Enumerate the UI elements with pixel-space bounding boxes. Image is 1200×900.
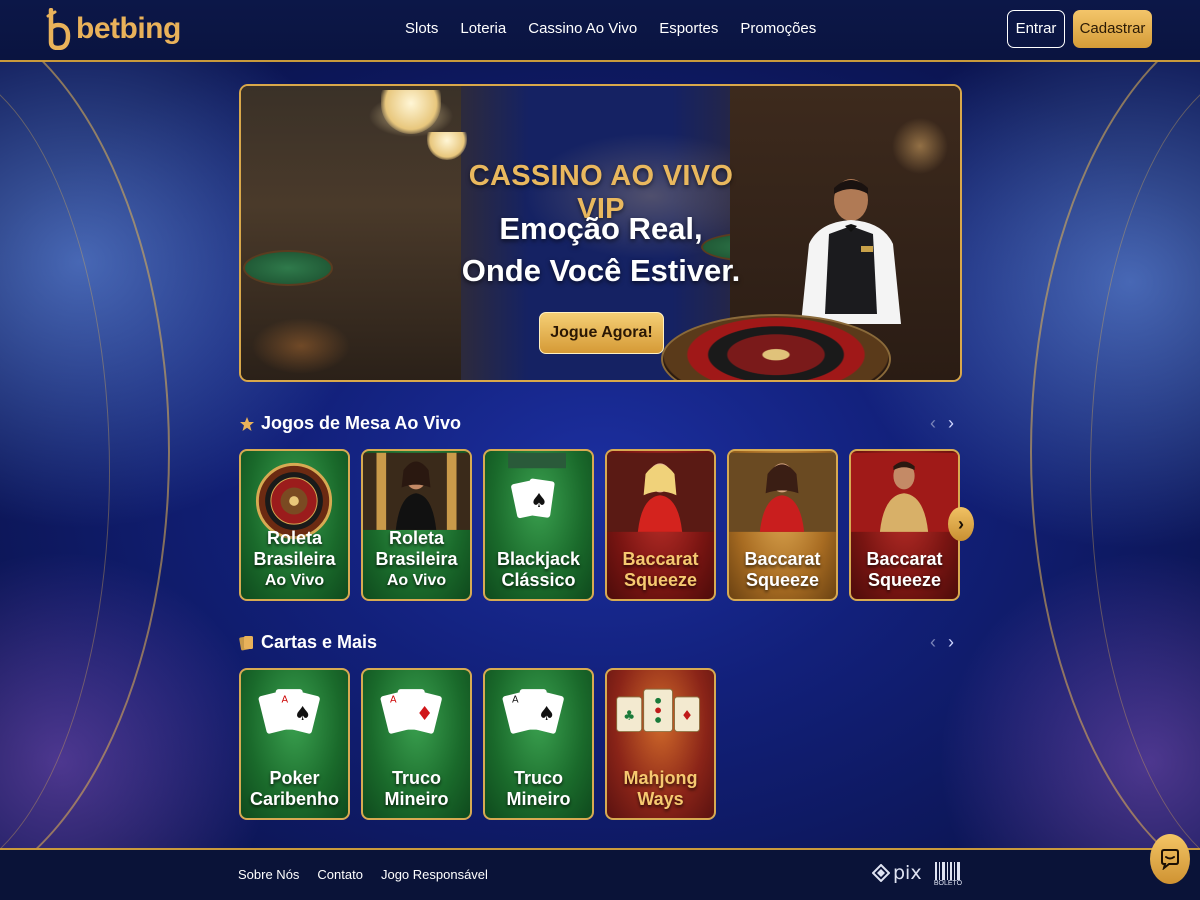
game-card[interactable]: Roleta Brasileira Ao Vivo — [361, 449, 472, 601]
dealer-image — [729, 452, 836, 532]
game-card[interactable]: ♠ Blackjack Clássico — [483, 449, 594, 601]
svg-text:♦: ♦ — [416, 702, 433, 725]
footer-link-contact[interactable]: Contato — [317, 867, 363, 882]
game-card[interactable]: Baccarat Squeeze — [727, 449, 838, 601]
game-card-label: Mahjong Ways — [623, 768, 698, 809]
svg-text:♠: ♠ — [294, 702, 311, 725]
section-header-cards: Cartas e Mais — [239, 632, 377, 653]
hero-title-line-2: Onde Você Estiver. — [461, 253, 741, 288]
svg-text:A: A — [512, 695, 519, 706]
playing-cards-icon: ♦ A — [380, 689, 442, 734]
nav-item-promocoes[interactable]: Promoções — [740, 20, 816, 37]
svg-text:♣: ♣ — [623, 708, 635, 724]
card-table-image — [243, 250, 333, 286]
pix-label: pix — [893, 862, 922, 884]
carousel-arrows: ‹ › — [930, 632, 954, 653]
nav-item-loteria[interactable]: Loteria — [460, 20, 506, 37]
carousel-next-button[interactable]: › — [948, 632, 954, 653]
nav-item-slots[interactable]: Slots — [405, 20, 438, 37]
play-now-button[interactable]: Jogue Agora! — [539, 312, 664, 354]
game-card-label: Baccarat Squeeze — [622, 549, 699, 590]
footer-links: Sobre Nós Contato Jogo Responsável — [238, 867, 488, 882]
game-card-label: Truco Mineiro — [384, 768, 449, 809]
game-card[interactable]: Baccarat Squeeze — [849, 449, 960, 601]
login-button[interactable]: Entrar — [1007, 10, 1065, 48]
section-title: Cartas e Mais — [261, 632, 378, 652]
svg-text:♦: ♦ — [681, 708, 693, 724]
section-header-live-tables: Jogos de Mesa Ao Vivo — [239, 413, 461, 434]
cards-row: ♠ A Poker Caribenho ♦ A Truco Mineiro ♠ … — [239, 668, 716, 820]
carousel-prev-button[interactable]: ‹ — [930, 413, 936, 434]
brand-name: betbing — [76, 12, 181, 45]
playing-cards-icon: ♠ A — [258, 689, 320, 734]
chat-icon — [1161, 849, 1179, 870]
nav-item-cassino-ao-vivo[interactable]: Cassino Ao Vivo — [528, 20, 637, 37]
pix-payment-logo: pix — [872, 862, 922, 884]
game-card[interactable]: ♠ A Truco Mineiro — [483, 668, 594, 820]
cards-icon — [239, 635, 253, 650]
carousel-prev-button[interactable]: ‹ — [930, 632, 936, 653]
nav-item-esportes[interactable]: Esportes — [659, 20, 718, 37]
logo-b-icon — [46, 8, 71, 50]
dealer-image — [851, 452, 958, 532]
register-button[interactable]: Cadastrar — [1073, 10, 1152, 48]
game-card[interactable]: Baccarat Squeeze — [605, 449, 716, 601]
game-card[interactable]: ♦ A Truco Mineiro — [361, 668, 472, 820]
star-icon — [240, 416, 254, 431]
svg-text:♠: ♠ — [538, 702, 555, 725]
game-card[interactable]: ♣ ♦ Mahjong Ways — [605, 668, 716, 820]
game-card-label: Baccarat Squeeze — [744, 549, 821, 590]
game-card-label: Baccarat Squeeze — [866, 549, 943, 590]
support-chat-button[interactable] — [1150, 834, 1190, 884]
carousel-next-button[interactable]: › — [948, 413, 954, 434]
game-card-label: Blackjack Clássico — [496, 549, 581, 590]
mahjong-tiles-icon: ♣ ♦ — [616, 688, 701, 733]
dealer-image — [607, 452, 714, 532]
playing-cards-icon: ♠ — [508, 452, 566, 519]
hero-banner[interactable]: CASSINO AO VIVO VIP Emoção Real, Onde Vo… — [239, 84, 962, 382]
footer-link-about[interactable]: Sobre Nós — [238, 867, 299, 882]
pix-icon — [872, 864, 890, 882]
footer-link-responsible-gaming[interactable]: Jogo Responsável — [381, 867, 488, 882]
boleto-label: BOLETO — [933, 880, 963, 887]
hero-title-line-1: Emoção Real, — [499, 211, 703, 246]
game-card-label: Roleta Brasileira Ao Vivo — [253, 528, 336, 589]
section-title: Jogos de Mesa Ao Vivo — [261, 413, 462, 433]
brand-logo[interactable]: betbing — [46, 8, 181, 50]
top-header: betbing Slots Loteria Cassino Ao Vivo Es… — [0, 0, 1200, 62]
dealer-image — [801, 179, 901, 324]
game-card[interactable]: ♠ A Poker Caribenho — [239, 668, 350, 820]
game-card-label: Truco Mineiro — [506, 768, 571, 809]
live-tables-row: Roleta Brasileira Ao Vivo Roleta Brasile… — [239, 449, 960, 601]
page-footer: Sobre Nós Contato Jogo Responsável pix B… — [0, 848, 1200, 900]
svg-text:A: A — [281, 695, 288, 706]
svg-text:A: A — [390, 695, 397, 706]
hero-title: Emoção Real, Onde Você Estiver. — [421, 208, 781, 292]
game-card[interactable]: Roleta Brasileira Ao Vivo — [239, 449, 350, 601]
main-nav: Slots Loteria Cassino Ao Vivo Esportes P… — [405, 20, 816, 37]
game-card-label: Poker Caribenho — [249, 768, 339, 809]
playing-cards-icon: ♠ A — [502, 689, 564, 734]
scroll-right-button[interactable]: › — [948, 507, 974, 541]
carousel-arrows: ‹ › — [930, 413, 954, 434]
game-card-label: Roleta Brasileira Ao Vivo — [375, 528, 458, 589]
svg-text:♠: ♠ — [530, 489, 547, 512]
